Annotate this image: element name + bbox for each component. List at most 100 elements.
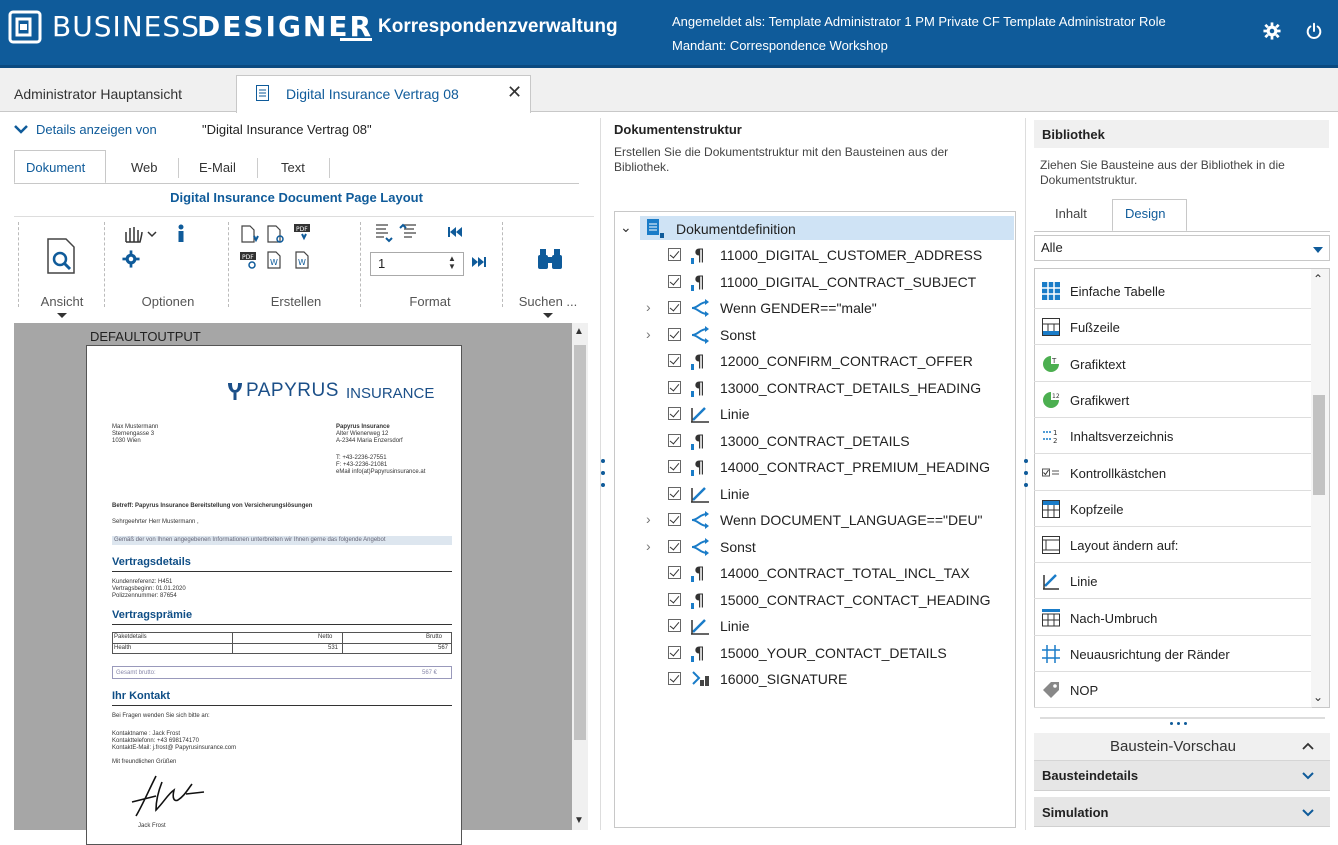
checkbox[interactable] [668, 327, 681, 341]
library-item[interactable]: Linie [1034, 563, 1312, 600]
tree-node[interactable]: Linie [646, 614, 1006, 638]
closing-greeting: Mit freundlichen Grüßen [112, 759, 177, 765]
library-item[interactable]: Layout ändern auf: [1034, 527, 1312, 564]
expand-chevron-icon[interactable]: › [646, 511, 651, 527]
checkbox[interactable] [668, 354, 681, 367]
tree-node[interactable]: Linie [646, 402, 1006, 426]
library-tab-inhalt[interactable]: Inhalt [1055, 206, 1087, 221]
chevron-down-icon[interactable] [14, 124, 28, 134]
splitter-handle[interactable] [1184, 722, 1187, 725]
tree-node[interactable]: › Wenn GENDER=="male" [646, 296, 1006, 320]
library-item[interactable]: NOP [1034, 672, 1312, 709]
tree-node[interactable]: › Sonst [646, 535, 1006, 559]
library-item[interactable]: Einfache Tabelle [1034, 273, 1312, 309]
gear-icon[interactable] [1263, 22, 1281, 40]
library-item[interactable]: Fußzeile [1034, 309, 1312, 346]
tree-node[interactable]: › Sonst [646, 323, 1006, 347]
checkbox[interactable] [668, 380, 681, 394]
details-toggle[interactable]: Details anzeigen von [36, 122, 157, 137]
checkbox[interactable] [668, 433, 681, 447]
view-preview-icon[interactable] [44, 238, 78, 274]
library-item[interactable]: Kontrollkästchen [1034, 455, 1312, 491]
tree-node[interactable]: 16000_SIGNATURE [646, 667, 1006, 691]
library-scroll-thumb[interactable] [1313, 395, 1325, 495]
checkbox[interactable] [668, 274, 681, 288]
library-item[interactable]: Neuausrichtung der Ränder [1034, 636, 1312, 672]
ribbon-group-ansicht[interactable]: Ansicht [30, 294, 94, 309]
tree-node[interactable]: ¶ 15000_CONTRACT_CONTACT_HEADING [646, 588, 1006, 612]
checkbox[interactable] [668, 407, 681, 420]
library-filter-select[interactable] [1034, 235, 1330, 261]
tree-node[interactable]: ¶ 13000_CONTRACT_DETAILS [646, 429, 1006, 453]
library-tab-design[interactable]: Design [1125, 206, 1165, 221]
dropdown-arrow-icon[interactable] [1313, 247, 1323, 253]
library-horizontal-splitter[interactable] [1040, 717, 1325, 719]
splitter-handle[interactable] [1024, 471, 1028, 475]
scroll-up-icon[interactable]: ⌃ [1313, 272, 1323, 286]
create-output-icons[interactable]: PDF PDF W W [240, 222, 350, 274]
checkbox[interactable] [668, 486, 681, 500]
splitter-handle[interactable] [601, 459, 605, 463]
preview-scroll-thumb[interactable] [574, 345, 586, 740]
subtab-web[interactable]: Web [131, 160, 158, 175]
chevron-up-icon[interactable] [1302, 742, 1314, 750]
checkbox[interactable] [668, 301, 681, 314]
checkbox[interactable] [668, 539, 681, 553]
tag-icon [1042, 681, 1060, 699]
library-item[interactable]: Nach-Umbruch [1034, 600, 1312, 636]
subtab-text[interactable]: Text [281, 160, 305, 175]
splitter-handle[interactable] [601, 483, 605, 487]
collapse-chevron-icon[interactable]: ⌄ [620, 219, 632, 236]
checkbox[interactable] [668, 645, 681, 659]
checkbox[interactable] [668, 248, 681, 261]
tree-node[interactable]: ¶ 11000_DIGITAL_CUSTOMER_ADDRESS [646, 243, 1006, 267]
ribbon-group-suchen[interactable]: Suchen ... [508, 294, 588, 309]
subtab-dokument[interactable]: Dokument [26, 160, 85, 175]
checkbox[interactable] [668, 619, 681, 632]
last-page-icon[interactable] [470, 256, 486, 268]
hand-tool-icon[interactable] [122, 224, 158, 244]
power-icon[interactable] [1305, 22, 1323, 40]
format-navigation-icons[interactable] [372, 222, 492, 244]
library-item[interactable]: 12 Grafikwert [1034, 382, 1312, 418]
splitter-handle[interactable] [1170, 722, 1173, 725]
subtab-email[interactable]: E-Mail [199, 160, 236, 175]
checkbox[interactable] [668, 592, 681, 606]
tree-node[interactable]: Linie [646, 482, 1006, 506]
expand-chevron-icon[interactable]: › [646, 299, 651, 315]
library-item[interactable]: 1 2 Inhaltsverzeichnis [1034, 418, 1312, 455]
splitter-handle[interactable] [601, 471, 605, 475]
checkbox[interactable] [668, 513, 681, 526]
library-item[interactable]: T Grafiktext [1034, 346, 1312, 382]
spinner-icon[interactable]: ▲ ▼ [448, 255, 456, 271]
tree-node[interactable]: ¶ 15000_YOUR_CONTACT_DETAILS [646, 641, 1006, 665]
splitter-handle[interactable] [1177, 722, 1180, 725]
expand-chevron-icon[interactable]: › [646, 326, 651, 342]
gear-icon[interactable] [122, 250, 140, 268]
tree-node[interactable]: ¶ 13000_CONTRACT_DETAILS_HEADING [646, 376, 1006, 400]
tree-node[interactable]: ¶ 14000_CONTRACT_TOTAL_INCL_TAX [646, 561, 1006, 585]
tree-node[interactable]: ¶ 12000_CONFIRM_CONTRACT_OFFER [646, 349, 1006, 373]
scroll-down-icon[interactable]: ▼ [574, 815, 584, 826]
dropdown-arrow-icon[interactable] [543, 313, 553, 318]
dropdown-arrow-icon[interactable] [57, 313, 67, 318]
splitter-handle[interactable] [1024, 483, 1028, 487]
scroll-down-icon[interactable]: ⌄ [1313, 690, 1323, 704]
library-item[interactable]: Kopfzeile [1034, 491, 1312, 527]
checkbox[interactable] [668, 672, 681, 685]
info-icon[interactable] [174, 224, 188, 244]
binoculars-icon[interactable] [536, 247, 564, 271]
checkbox[interactable] [668, 460, 681, 473]
tab-administrator-hauptansicht[interactable]: Administrator Hauptansicht [14, 86, 182, 102]
checkbox[interactable] [668, 566, 681, 579]
splitter-handle[interactable] [1024, 459, 1028, 463]
heading-vertragsdetails: Vertragsdetails [112, 556, 191, 568]
chevron-down-icon[interactable] [1302, 809, 1314, 817]
expand-chevron-icon[interactable]: › [646, 538, 651, 554]
scroll-up-icon[interactable]: ▲ [574, 326, 584, 337]
tree-node[interactable]: ¶ 14000_CONTRACT_PREMIUM_HEADING [646, 455, 1006, 479]
close-icon[interactable]: ✕ [507, 82, 522, 103]
tree-node[interactable]: › Wenn DOCUMENT_LANGUAGE=="DEU" [646, 508, 1006, 532]
tree-node[interactable]: ¶ 11000_DIGITAL_CONTRACT_SUBJECT [646, 270, 1006, 294]
chevron-down-icon[interactable] [1302, 772, 1314, 780]
